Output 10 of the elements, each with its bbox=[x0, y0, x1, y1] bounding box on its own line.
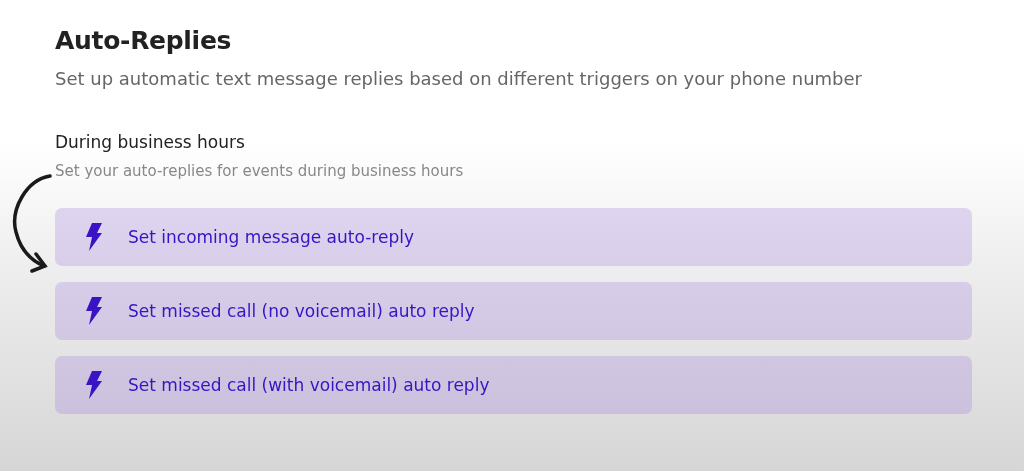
auto-reply-button[interactable]: Set incoming message auto-reply bbox=[55, 208, 972, 266]
page-description: Set up automatic text message replies based on different triggers on your phone number bbox=[55, 67, 864, 91]
lightning-icon bbox=[85, 297, 103, 325]
page-title: Auto-Replies bbox=[55, 26, 233, 55]
lightning-icon bbox=[85, 223, 103, 251]
auto-reply-button[interactable]: Set missed call (with voicemail) auto reply bbox=[55, 356, 972, 414]
lightning-icon bbox=[85, 371, 103, 399]
section-title: During business hours bbox=[55, 132, 246, 152]
section-subtitle: Set your auto-replies for events during business hours bbox=[55, 162, 465, 180]
auto-reply-button[interactable]: Set missed call (no voicemail) auto reply bbox=[55, 282, 972, 340]
